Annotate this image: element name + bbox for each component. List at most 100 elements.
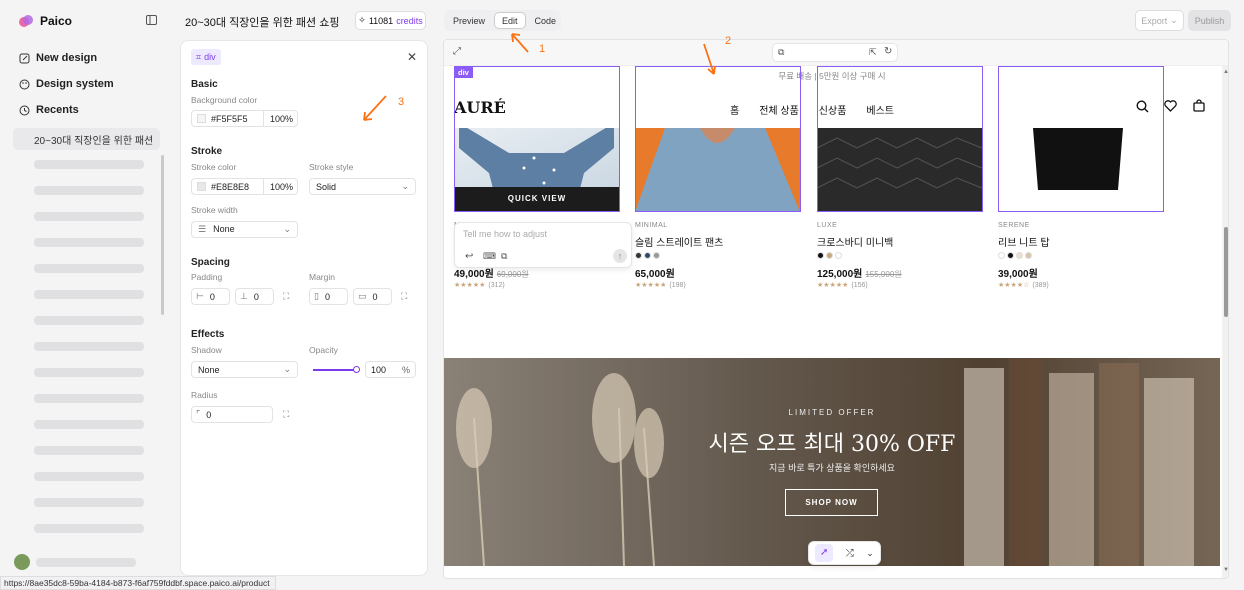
margin-vertical-input[interactable]: ▭ 0 — [353, 288, 392, 305]
background-opacity-value[interactable]: 100% — [264, 114, 293, 124]
stroke-color-field[interactable]: #E8E8E8 100% — [191, 178, 298, 195]
element-outline[interactable] — [635, 66, 801, 212]
opacity-value[interactable]: 100 — [371, 365, 386, 375]
refresh-icon[interactable]: ↻ — [884, 46, 892, 57]
element-outline[interactable] — [998, 66, 1164, 212]
color-swatch[interactable] — [835, 252, 842, 259]
quick-view-button[interactable]: QUICK VIEW — [455, 187, 619, 211]
tab-preview[interactable]: Preview — [446, 12, 492, 29]
product-name[interactable]: 리브 니트 탑 — [998, 234, 1050, 249]
product-name[interactable]: 슬림 스트레이트 팬츠 — [635, 234, 723, 249]
element-outline[interactable] — [817, 66, 983, 212]
adjust-prompt-input[interactable]: Tell me how to adjust — [463, 229, 547, 239]
color-swatch[interactable] — [1007, 252, 1014, 259]
expand-radius-icon[interactable]: ⛶ — [283, 409, 289, 420]
tab-code[interactable]: Code — [528, 12, 564, 29]
color-swatches — [998, 250, 1034, 262]
padding-vertical-input[interactable]: ⊥ 0 — [235, 288, 274, 305]
color-swatch[interactable] — [998, 252, 1005, 259]
opacity-input[interactable]: 100 % — [365, 361, 416, 378]
margin-horizontal-value[interactable]: 0 — [325, 292, 330, 302]
sidebar-item-recents[interactable]: Recents — [19, 102, 79, 118]
recent-item-blurred[interactable] — [34, 342, 144, 351]
scroll-down-icon[interactable]: ▼ — [1223, 567, 1228, 573]
stroke-color-value[interactable]: #E8E8E8 — [211, 182, 263, 192]
send-icon[interactable]: ↑ — [613, 249, 627, 263]
padding-horizontal-value[interactable]: 0 — [210, 292, 215, 302]
background-color-field[interactable]: #F5F5F5 100% — [191, 110, 298, 127]
padding-horizontal-input[interactable]: ⊢ 0 — [191, 288, 230, 305]
preview-scrollbar[interactable]: ▲ ▼ — [1222, 66, 1228, 578]
select-tool-icon[interactable]: ➚ — [815, 544, 834, 562]
section-title-stroke: Stroke — [191, 146, 223, 157]
stroke-width-select[interactable]: ☰ None ⌄ — [191, 221, 298, 238]
sidebar-toggle-icon[interactable] — [146, 15, 157, 25]
background-color-swatch[interactable] — [197, 114, 206, 123]
avatar[interactable] — [14, 554, 30, 570]
recent-item-blurred[interactable] — [34, 290, 144, 299]
close-icon[interactable]: ✕ — [407, 50, 417, 64]
recent-item-blurred[interactable] — [34, 264, 144, 273]
shop-now-button[interactable]: SHOP NOW — [785, 489, 878, 516]
export-button[interactable]: Export ⌄ — [1135, 10, 1184, 31]
heart-icon[interactable] — [1164, 100, 1177, 112]
recent-item-blurred[interactable] — [34, 212, 144, 221]
sidebar-item-new-design[interactable]: New design — [19, 50, 97, 66]
chevrons-down-icon[interactable]: ⌄ — [866, 548, 874, 559]
recent-item-blurred[interactable] — [34, 316, 144, 325]
cart-icon[interactable] — [1193, 99, 1205, 112]
expand-padding-icon[interactable]: ⛶ — [283, 291, 289, 302]
publish-button[interactable]: Publish — [1188, 10, 1231, 31]
recent-item-blurred[interactable] — [34, 368, 144, 377]
recent-item-active[interactable]: 20~30대 직장인을 위한 패션 — [13, 128, 160, 150]
recent-item-blurred[interactable] — [34, 420, 144, 429]
path-tool-icon[interactable]: ⤮ — [846, 548, 854, 559]
shadow-select[interactable]: None ⌄ — [191, 361, 298, 378]
recent-item-blurred[interactable] — [34, 446, 144, 455]
recent-item-blurred[interactable] — [34, 238, 144, 247]
color-swatch[interactable] — [1025, 252, 1032, 259]
color-swatch[interactable] — [653, 252, 660, 259]
undo-icon[interactable]: ↩ — [465, 251, 473, 262]
color-swatch[interactable] — [644, 252, 651, 259]
recent-item-blurred[interactable] — [34, 498, 144, 507]
opacity-slider-thumb[interactable] — [353, 366, 360, 373]
expand-icon[interactable]: ⤢ — [453, 46, 461, 57]
radius-input[interactable]: ⌜ 0 — [191, 406, 273, 423]
sidebar-item-design-system[interactable]: Design system — [19, 76, 114, 92]
color-swatch[interactable] — [635, 252, 642, 259]
sidebar-scrollbar[interactable] — [161, 155, 164, 315]
chevron-down-icon: ⌄ — [401, 181, 409, 191]
stroke-opacity-value[interactable]: 100% — [264, 182, 293, 192]
color-swatch[interactable] — [1016, 252, 1023, 259]
scrollbar-thumb[interactable] — [1224, 227, 1228, 317]
device-icon[interactable]: ⧉ — [778, 47, 784, 58]
credits-badge[interactable]: ✧ 11081 credits — [355, 11, 426, 30]
product-name[interactable]: 크로스바디 미니백 — [817, 234, 893, 249]
open-external-icon[interactable]: ⇱ — [869, 47, 877, 58]
padding-vertical-value[interactable]: 0 — [254, 292, 259, 302]
margin-horizontal-input[interactable]: ▯ 0 — [309, 288, 348, 305]
recent-item-blurred[interactable] — [34, 160, 144, 169]
margin-horizontal-icon: ▯ — [314, 291, 319, 301]
recent-item-blurred[interactable] — [34, 524, 144, 533]
recent-item-blurred[interactable] — [34, 472, 144, 481]
recent-item-blurred[interactable] — [34, 186, 144, 195]
stroke-color-swatch[interactable] — [197, 182, 206, 191]
logo[interactable]: Paico — [18, 12, 72, 30]
scroll-up-icon[interactable]: ▲ — [1223, 69, 1228, 75]
expand-margin-icon[interactable]: ⛶ — [401, 291, 407, 302]
stroke-style-select[interactable]: Solid ⌄ — [309, 178, 416, 195]
copy-icon[interactable]: ⧉ — [501, 251, 507, 262]
color-swatch[interactable] — [826, 252, 833, 259]
radius-value[interactable]: 0 — [206, 410, 211, 420]
device-url-bar[interactable]: ⧉ ⇱ ↻ — [772, 43, 898, 62]
background-color-value[interactable]: #F5F5F5 — [211, 114, 263, 124]
tab-edit[interactable]: Edit — [494, 12, 526, 29]
code-icon[interactable]: ⌨ — [483, 251, 496, 262]
project-header: 20~30대 직장인을 위한 패션 쇼핑 ✧ 11081 credits — [167, 0, 432, 40]
color-swatch[interactable] — [817, 252, 824, 259]
product-category: LUXE — [817, 222, 838, 229]
recent-item-blurred[interactable] — [34, 394, 144, 403]
margin-vertical-value[interactable]: 0 — [373, 292, 378, 302]
